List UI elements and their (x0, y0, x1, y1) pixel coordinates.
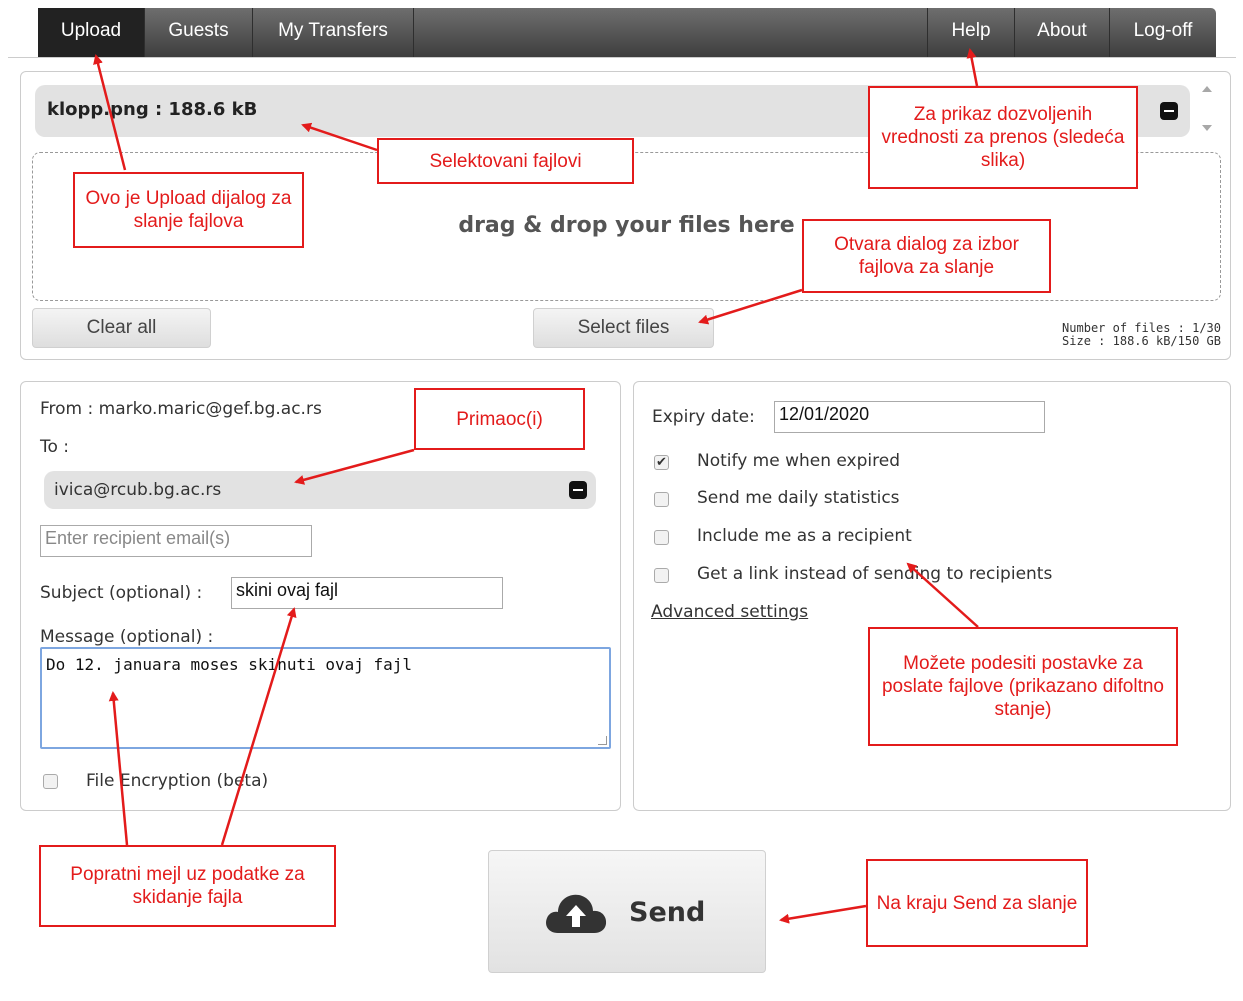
transfer-options-panel (633, 381, 1231, 811)
cloud-upload-icon (546, 894, 607, 933)
note-selected-files: Selektovani fajlovi (377, 138, 634, 184)
clear-all-button[interactable]: Clear all (32, 308, 211, 348)
nav-about[interactable]: About (1014, 8, 1109, 57)
note-open-dialog: Otvara dialog za izbor fajlova za slanje (802, 219, 1051, 293)
subject-input[interactable]: skini ovaj fajl (231, 577, 503, 609)
upload-stats: Number of files : 1/30 Size : 188.6 kB/1… (1000, 322, 1221, 348)
send-button[interactable]: Send (488, 850, 766, 973)
total-size: Size : 188.6 kB/150 GB (1062, 334, 1221, 348)
include-me-label: Include me as a recipient (697, 526, 912, 546)
note-settings: Možete podesiti postavke za poslate fajl… (868, 627, 1178, 746)
to-label: To : (40, 437, 70, 457)
message-label: Message (optional) : (40, 627, 214, 647)
note-upload-dialog: Ovo je Upload dijalog za slanje fajlova (73, 172, 304, 248)
top-navbar: Upload Guests My Transfers Help About Lo… (38, 8, 1216, 57)
note-recipients: Primaoc(i) (414, 388, 585, 450)
file-encryption-checkbox[interactable] (43, 774, 58, 789)
remove-recipient-icon[interactable] (569, 481, 587, 499)
file-encryption-label: File Encryption (beta) (86, 771, 269, 791)
remove-file-icon[interactable] (1160, 102, 1178, 120)
selected-file-name: klopp.png : 188.6 kB (47, 99, 258, 120)
expiry-date-label: Expiry date: (652, 407, 755, 427)
select-files-button[interactable]: Select files (533, 308, 714, 348)
include-me-checkbox[interactable] (654, 530, 669, 545)
notify-expired-checkbox[interactable]: ✔ (654, 455, 669, 470)
resize-grip-icon[interactable] (598, 736, 607, 745)
advanced-settings-link[interactable]: Advanced settings (651, 602, 808, 622)
send-label: Send (629, 897, 706, 928)
nav-my-transfers[interactable]: My Transfers (253, 8, 414, 57)
nav-help[interactable]: Help (927, 8, 1014, 57)
notify-expired-label: Notify me when expired (697, 451, 900, 471)
note-help: Za prikaz dozvoljenih vrednosti za preno… (868, 86, 1138, 189)
get-link-checkbox[interactable] (654, 568, 669, 583)
nav-upload[interactable]: Upload (38, 8, 145, 57)
get-link-label: Get a link instead of sending to recipie… (697, 564, 1053, 584)
daily-statistics-checkbox[interactable] (654, 492, 669, 507)
message-textarea[interactable]: Do 12. januara moses skinuti ovaj fajl (40, 647, 611, 749)
daily-statistics-label: Send me daily statistics (697, 488, 900, 508)
recipient-chip: ivica@rcub.bg.ac.rs (44, 471, 596, 509)
recipient-email-input[interactable]: Enter recipient email(s) (40, 525, 312, 557)
nav-logoff[interactable]: Log-off (1109, 8, 1216, 57)
nav-guests[interactable]: Guests (145, 8, 253, 57)
scroll-down-arrow-icon[interactable] (1202, 125, 1212, 131)
expiry-date-input[interactable]: 12/01/2020 (774, 401, 1045, 433)
navbar-divider (8, 57, 1236, 58)
from-label: From : marko.maric@gef.bg.ac.rs (40, 399, 322, 419)
note-send: Na kraju Send za slanje (866, 859, 1088, 947)
message-text: Do 12. januara moses skinuti ovaj fajl (46, 655, 413, 674)
arrow-to-send (779, 904, 867, 924)
recipient-email: ivica@rcub.bg.ac.rs (54, 480, 222, 500)
scroll-up-arrow-icon[interactable] (1202, 86, 1212, 92)
note-message: Popratni mejl uz podatke za skidanje faj… (39, 845, 336, 927)
subject-label: Subject (optional) : (40, 583, 203, 603)
